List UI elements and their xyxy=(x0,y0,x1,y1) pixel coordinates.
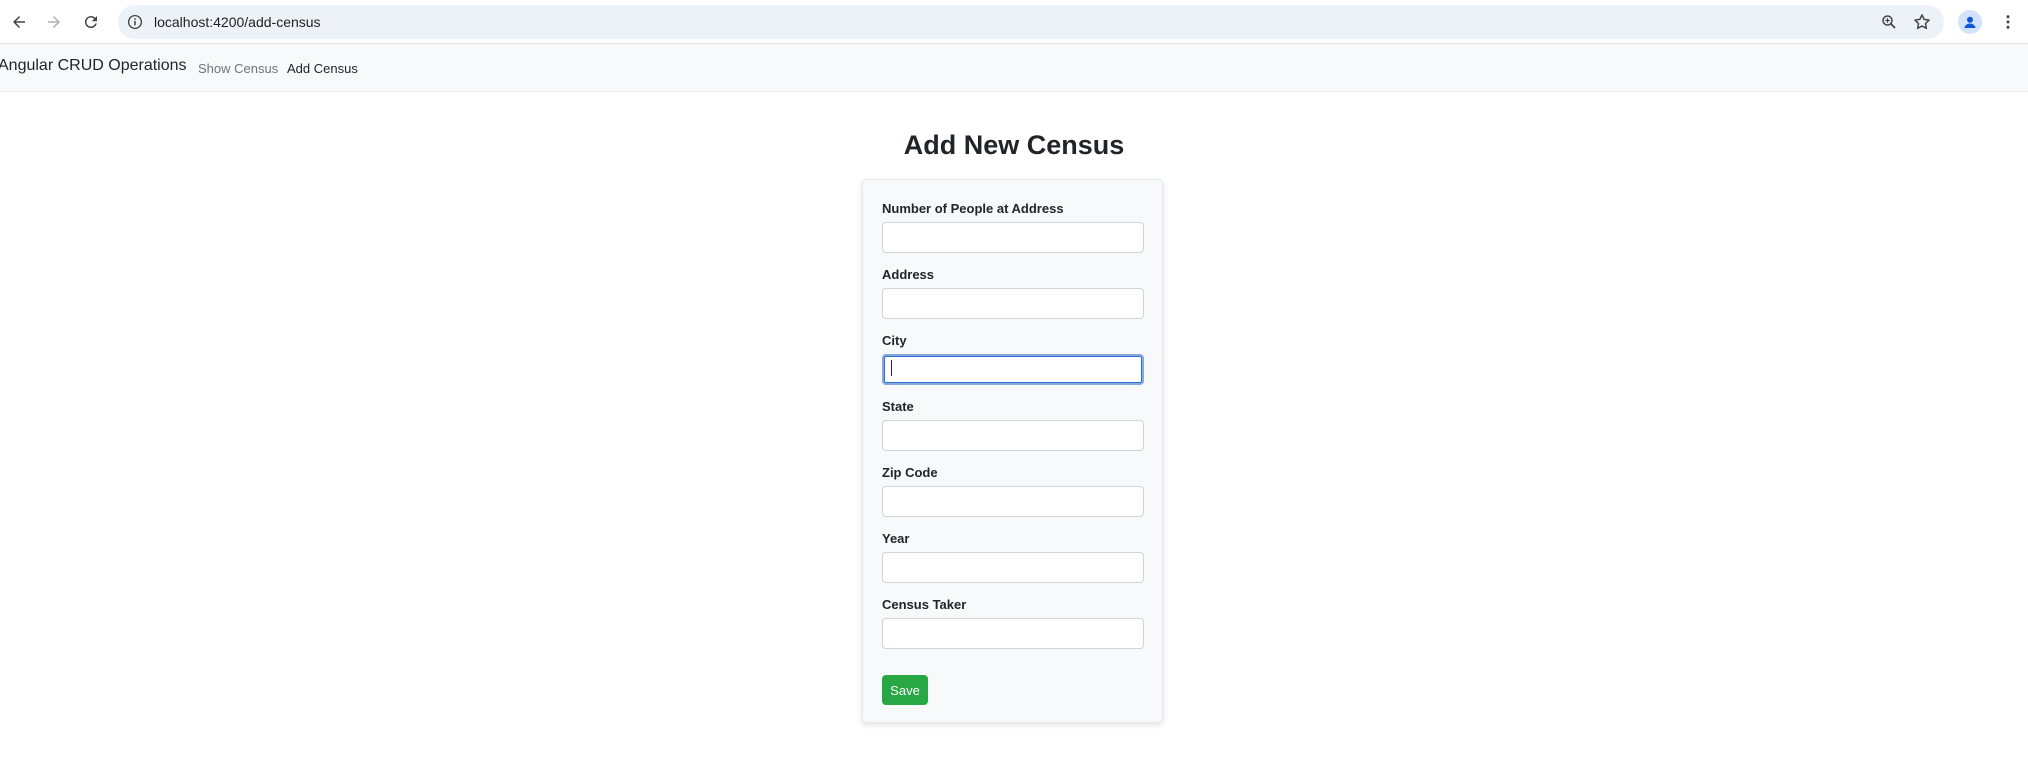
back-arrow-icon[interactable] xyxy=(7,10,31,34)
address-bar[interactable]: localhost:4200/add-census xyxy=(118,5,1944,39)
year-input[interactable] xyxy=(882,552,1144,583)
profile-icon[interactable] xyxy=(1958,10,1982,34)
nav-link-add-census[interactable]: Add Census xyxy=(287,61,358,76)
city-input[interactable] xyxy=(882,354,1144,385)
zip-code-label: Zip Code xyxy=(882,465,938,480)
city-label: City xyxy=(882,333,907,348)
state-input[interactable] xyxy=(882,420,1144,451)
app-navbar: Angular CRUD Operations Show Census Add … xyxy=(0,44,2028,92)
text-caret xyxy=(891,360,892,376)
people-count-input[interactable] xyxy=(882,222,1144,253)
browser-toolbar: localhost:4200/add-census xyxy=(0,0,2028,44)
star-icon[interactable] xyxy=(1912,12,1932,32)
zip-code-input[interactable] xyxy=(882,486,1144,517)
nav-link-show-census[interactable]: Show Census xyxy=(198,61,278,76)
save-button[interactable]: Save xyxy=(882,675,928,705)
info-icon[interactable] xyxy=(126,13,144,31)
census-taker-label: Census Taker xyxy=(882,597,967,612)
census-taker-input[interactable] xyxy=(882,618,1144,649)
census-form-card: Number of People at Address Address City… xyxy=(862,179,1163,723)
zoom-icon[interactable] xyxy=(1880,13,1898,31)
navbar-brand[interactable]: Angular CRUD Operations xyxy=(0,57,187,75)
page-title: Add New Census xyxy=(903,130,1125,160)
kebab-menu-icon[interactable] xyxy=(1996,10,2020,34)
forward-arrow-icon[interactable] xyxy=(42,10,66,34)
year-label: Year xyxy=(882,531,910,546)
address-input[interactable] xyxy=(882,288,1144,319)
url-text[interactable]: localhost:4200/add-census xyxy=(154,14,321,30)
address-label: Address xyxy=(882,267,935,282)
people-count-label: Number of People at Address xyxy=(882,201,1064,216)
reload-icon[interactable] xyxy=(79,10,103,34)
state-label: State xyxy=(882,399,914,414)
